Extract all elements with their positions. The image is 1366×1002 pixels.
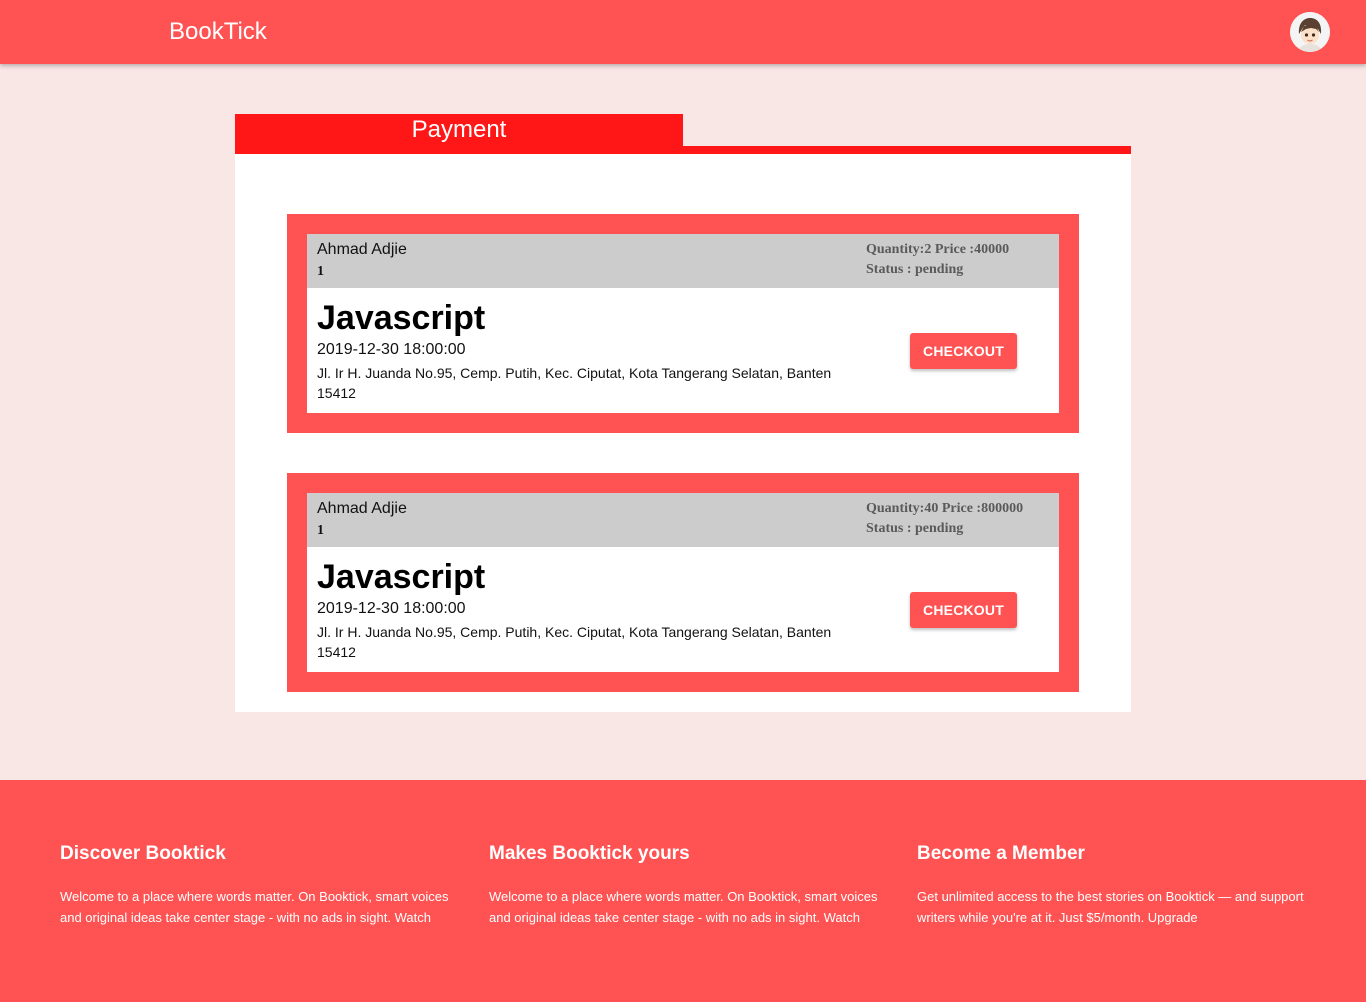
footer-heading: Become a Member — [917, 843, 1085, 864]
tab-underline — [683, 146, 1131, 154]
footer-text: Welcome to a place where words matter. O… — [60, 889, 449, 925]
order-body: Javascript 2019-12-30 18:00:00 Jl. Ir H.… — [307, 288, 1059, 413]
event-title: Javascript — [317, 299, 486, 337]
checkout-button[interactable]: CHECKOUT — [910, 592, 1017, 628]
event-address: Jl. Ir H. Juanda No.95, Cemp. Putih, Kec… — [317, 624, 832, 660]
order-card-inner: Ahmad Adjie 1 Quantity:2 Price :40000 St… — [307, 234, 1059, 413]
order-meta: Quantity:40 Price :800000 Status : pendi… — [866, 499, 1023, 539]
user-avatar-icon[interactable] — [1290, 12, 1330, 52]
top-app-bar: BookTick — [0, 0, 1366, 64]
ticket-id: 1 — [317, 264, 324, 279]
order-card-inner: Ahmad Adjie 1 Quantity:40 Price :800000 … — [307, 493, 1059, 672]
ticket-id: 1 — [317, 523, 324, 538]
order-card: Ahmad Adjie 1 Quantity:40 Price :800000 … — [287, 473, 1079, 692]
order-status: Status : pending — [866, 521, 964, 536]
avatar-illustration — [1290, 12, 1330, 52]
buyer-name: Ahmad Adjie — [317, 500, 407, 517]
footer-heading: Discover Booktick — [60, 843, 226, 864]
footer-column-discover: Discover Booktick Welcome to a place whe… — [60, 842, 450, 928]
footer-heading: Makes Booktick yours — [489, 843, 690, 864]
event-title: Javascript — [317, 558, 486, 596]
tab-payment[interactable]: Payment — [235, 114, 683, 154]
order-header: Ahmad Adjie 1 Quantity:40 Price :800000 … — [307, 493, 1059, 547]
event-date: 2019-12-30 18:00:00 — [317, 600, 466, 617]
checkout-button[interactable]: CHECKOUT — [910, 333, 1017, 369]
order-body: Javascript 2019-12-30 18:00:00 Jl. Ir H.… — [307, 547, 1059, 672]
order-status: Status : pending — [866, 262, 964, 277]
order-header: Ahmad Adjie 1 Quantity:2 Price :40000 St… — [307, 234, 1059, 288]
footer-text: Get unlimited access to the best stories… — [917, 889, 1304, 925]
footer-text: Welcome to a place where words matter. O… — [489, 889, 878, 925]
event-date: 2019-12-30 18:00:00 — [317, 341, 466, 358]
payment-panel: Ahmad Adjie 1 Quantity:2 Price :40000 St… — [235, 154, 1131, 712]
quantity-price: Quantity:2 Price :40000 — [866, 242, 1010, 257]
footer: Discover Booktick Welcome to a place whe… — [0, 780, 1366, 1002]
order-card: Ahmad Adjie 1 Quantity:2 Price :40000 St… — [287, 214, 1079, 433]
footer-column-makes-yours: Makes Booktick yours Welcome to a place … — [489, 842, 879, 928]
brand-logo-text[interactable]: BookTick — [169, 17, 267, 47]
quantity-price: Quantity:40 Price :800000 — [866, 501, 1024, 516]
event-address: Jl. Ir H. Juanda No.95, Cemp. Putih, Kec… — [317, 365, 832, 401]
buyer-name: Ahmad Adjie — [317, 241, 407, 258]
order-meta: Quantity:2 Price :40000 Status : pending — [866, 240, 1009, 280]
footer-column-member: Become a Member Get unlimited access to … — [917, 842, 1307, 928]
